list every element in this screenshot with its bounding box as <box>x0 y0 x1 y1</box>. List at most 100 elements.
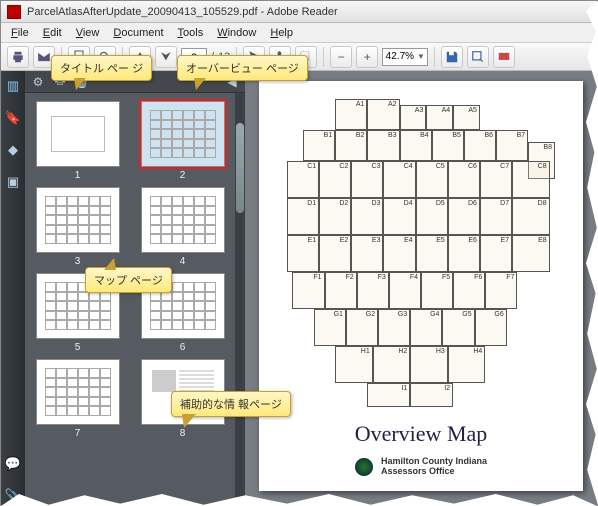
grid-cell: G6 <box>475 309 507 346</box>
menu-file[interactable]: File <box>5 25 35 41</box>
grid-cell: H4 <box>448 346 486 383</box>
grid-cell: E1 <box>287 235 319 272</box>
grid-cell: C1 <box>287 161 319 198</box>
grid-cell: C5 <box>416 161 448 198</box>
pdf-icon <box>7 5 21 19</box>
print-button[interactable] <box>7 46 29 68</box>
grid-cell: G2 <box>346 309 378 346</box>
county-seal-icon <box>355 458 373 476</box>
thumbnail-number: 7 <box>75 428 81 439</box>
next-page-button[interactable]: ⮟ <box>155 46 177 68</box>
grid-cell: F1 <box>292 272 324 309</box>
callout-ancillary-page: 補助的な情 報ページ <box>171 391 291 417</box>
grid-cell: A4 <box>426 105 453 130</box>
grid-cell: E4 <box>383 235 415 272</box>
scrollbar-thumb[interactable] <box>236 123 244 213</box>
thumbnail-number: 8 <box>180 428 186 439</box>
grid-cell: I2 <box>410 383 453 408</box>
grid-cell: C2 <box>319 161 351 198</box>
grid-cell: D7 <box>480 198 512 235</box>
titlebar: ParcelAtlasAfterUpdate_20090413_105529.p… <box>1 1 597 23</box>
zoom-in-button[interactable]: + <box>356 46 378 68</box>
zoom-out-button[interactable]: − <box>330 46 352 68</box>
signatures-tab-icon[interactable]: ▣ <box>4 173 22 191</box>
grid-cell: A1 <box>335 99 367 130</box>
thumbnail-page[interactable]: 3 <box>29 187 126 267</box>
thumbnails-tab-icon[interactable]: ▥ <box>4 77 22 95</box>
thumbnail-number: 4 <box>180 256 186 267</box>
grid-cell: E8 <box>512 235 550 272</box>
grid-cell: F5 <box>421 272 453 309</box>
layers-tab-icon[interactable]: ◆ <box>4 141 22 159</box>
thumbnail-number: 6 <box>180 342 186 353</box>
grid-cell: F2 <box>325 272 357 309</box>
page-sheet: A1A2A3A4A5B1B2B3B4B5B6B7B8C1C2C3C4C5C6C7… <box>259 81 583 491</box>
save-button[interactable] <box>441 46 463 68</box>
grid-cell: E5 <box>416 235 448 272</box>
menu-document[interactable]: Document <box>107 25 169 41</box>
grid-cell: D8 <box>512 198 550 235</box>
grid-cell: E2 <box>319 235 351 272</box>
grid-cell: H3 <box>410 346 448 383</box>
overview-grid: A1A2A3A4A5B1B2B3B4B5B6B7B8C1C2C3C4C5C6C7… <box>287 99 555 407</box>
grid-cell: A3 <box>400 105 427 130</box>
grid-cell: G4 <box>410 309 442 346</box>
thumbnail-page[interactable]: 7 <box>29 359 126 439</box>
grid-cell: C3 <box>351 161 383 198</box>
collab-button[interactable] <box>493 46 515 68</box>
grid-cell: E6 <box>448 235 480 272</box>
grid-cell: A5 <box>453 105 480 130</box>
grid-cell: G3 <box>378 309 410 346</box>
options-icon[interactable]: ⚙ <box>31 75 45 89</box>
overview-title: Overview Map <box>269 421 573 447</box>
grid-cell: F6 <box>453 272 485 309</box>
thumbnail-number: 5 <box>75 342 81 353</box>
menu-edit[interactable]: Edit <box>37 25 68 41</box>
grid-cell: B1 <box>303 130 335 161</box>
bookmarks-tab-icon[interactable]: 🔖 <box>4 109 22 127</box>
attachments-tab-icon[interactable]: 📎 <box>4 487 22 505</box>
credit-line2: Assessors Office <box>381 467 487 477</box>
grid-cell: D1 <box>287 198 319 235</box>
callout-map-page: マップ ページ <box>85 267 172 293</box>
chevron-down-icon: ▼ <box>417 48 425 66</box>
grid-cell: C6 <box>448 161 480 198</box>
app-window: ParcelAtlasAfterUpdate_20090413_105529.p… <box>0 0 598 506</box>
thumbnail-number: 1 <box>75 170 81 181</box>
grid-cell: F4 <box>389 272 421 309</box>
grid-cell: F3 <box>357 272 389 309</box>
separator <box>434 47 435 67</box>
callout-overview-page: オーバービュー ページ <box>177 55 308 81</box>
thumbnail-page[interactable]: 2 <box>134 101 231 181</box>
menu-help[interactable]: Help <box>264 25 299 41</box>
grid-cell: G1 <box>314 309 346 346</box>
grid-cell: E7 <box>480 235 512 272</box>
grid-cell: D3 <box>351 198 383 235</box>
grid-cell: B6 <box>464 130 496 161</box>
grid-cell: I1 <box>367 383 410 408</box>
credit-text: Hamilton County Indiana Assessors Office <box>381 457 487 477</box>
grid-cell: G5 <box>442 309 474 346</box>
grid-cell: C7 <box>480 161 512 198</box>
zoom-value: 42.7% <box>386 48 414 66</box>
search-button[interactable] <box>467 46 489 68</box>
comments-tab-icon[interactable]: 💬 <box>4 455 22 473</box>
thumbnail-number: 2 <box>180 170 186 181</box>
thumbnails-grid: 1 2 3 4 5 6 7 8 <box>25 93 235 505</box>
document-view[interactable]: A1A2A3A4A5B1B2B3B4B5B6B7B8C1C2C3C4C5C6C7… <box>245 71 597 505</box>
grid-cell: E3 <box>351 235 383 272</box>
grid-cell: D4 <box>383 198 415 235</box>
thumbnail-page[interactable]: 1 <box>29 101 126 181</box>
menu-window[interactable]: Window <box>211 25 262 41</box>
separator <box>323 47 324 67</box>
grid-cell: B3 <box>367 130 399 161</box>
thumbnails-scrollbar[interactable] <box>235 93 245 505</box>
grid-cell: D2 <box>319 198 351 235</box>
zoom-combo[interactable]: 42.7%▼ <box>382 48 428 66</box>
grid-cell: B2 <box>335 130 367 161</box>
thumbnail-page[interactable]: 4 <box>134 187 231 267</box>
grid-cell: C8 <box>512 161 550 198</box>
menu-view[interactable]: View <box>70 25 106 41</box>
menu-tools[interactable]: Tools <box>172 25 210 41</box>
grid-cell: D6 <box>448 198 480 235</box>
